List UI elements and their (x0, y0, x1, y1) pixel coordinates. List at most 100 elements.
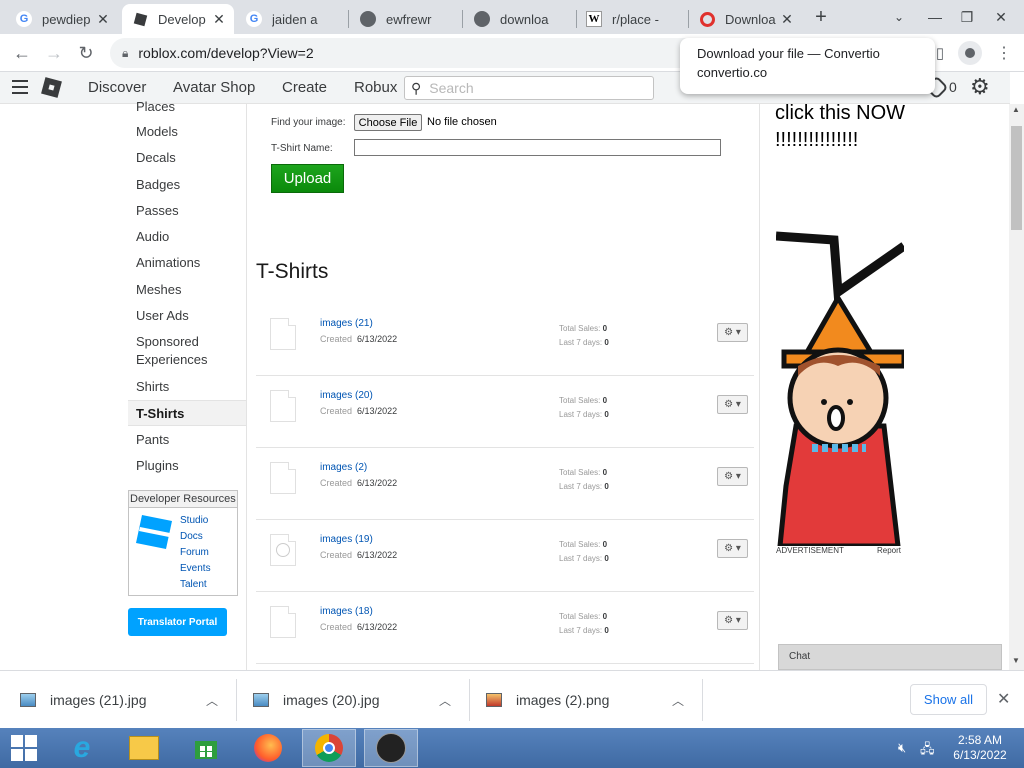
nav-discover[interactable]: Discover (88, 79, 146, 96)
item-settings-gear-icon[interactable]: ⚙ ▾ (717, 395, 748, 414)
profile-icon[interactable] (958, 41, 982, 65)
sidebar-item-t-shirts[interactable]: T-Shirts (128, 400, 246, 426)
sidebar-item-audio[interactable]: Audio (128, 228, 246, 246)
item-settings-gear-icon[interactable]: ⚙ ▾ (717, 467, 748, 486)
item-thumbnail[interactable] (270, 606, 296, 638)
internet-explorer-icon[interactable]: e (58, 729, 106, 767)
nav-robux[interactable]: Robux (354, 79, 397, 96)
dev-link-studio[interactable]: Studio (180, 515, 208, 526)
main-content: Find your image: Choose File No file cho… (246, 104, 760, 670)
item-created: Created 6/13/2022 (320, 406, 398, 416)
sidebar-item-meshes[interactable]: Meshes (128, 281, 246, 299)
item-settings-gear-icon[interactable]: ⚙ ▾ (717, 539, 748, 558)
close-window-icon[interactable]: ✕ (978, 0, 1024, 34)
tab-jaiden[interactable]: G jaiden a (236, 4, 348, 34)
dev-link-talent[interactable]: Talent (180, 579, 207, 590)
file-explorer-icon[interactable] (120, 729, 168, 767)
page-scrollbar[interactable]: ▲ ▼ (1009, 104, 1024, 670)
item-sales: Total Sales: 0 Last 7 days: 0 (559, 396, 609, 419)
close-shelf-icon[interactable]: ✕ (997, 689, 1010, 709)
ad-report-link[interactable]: Report (877, 546, 901, 555)
tab-download[interactable]: downloa (464, 4, 576, 34)
tshirt-name-input[interactable] (354, 139, 721, 156)
tab-convertio[interactable]: Downloa ✕ (690, 4, 802, 34)
show-all-button[interactable]: Show all (910, 684, 987, 715)
sidebar-item-badges[interactable]: Badges (128, 176, 246, 194)
sidebar-item-pants[interactable]: Pants (128, 431, 246, 449)
download-notification[interactable]: Download your file — Convertio convertio… (680, 38, 935, 94)
tab-ewfrewr[interactable]: ewfrewr (350, 4, 462, 34)
sidebar-item-plugins[interactable]: Plugins (128, 457, 246, 475)
new-tab-icon[interactable]: + (798, 0, 844, 34)
taskbar-clock[interactable]: 2:58 AM 6/13/2022 (944, 733, 1016, 763)
back-icon[interactable]: ← (8, 39, 36, 67)
search-icon: ⚲ (411, 79, 422, 96)
tab-rplace[interactable]: W r/place - (576, 4, 688, 34)
table-row: images (19) Created 6/13/2022 Total Sale… (256, 520, 754, 592)
sidebar-item-decals[interactable]: Decals (128, 149, 246, 167)
tab-close-icon[interactable]: ✕ (210, 11, 228, 28)
item-thumbnail[interactable] (270, 318, 296, 350)
item-thumbnail[interactable] (270, 534, 296, 566)
sidebar-item-models[interactable]: Models (128, 123, 246, 141)
item-thumbnail[interactable] (270, 462, 296, 494)
tab-close-icon[interactable]: ✕ (778, 11, 796, 28)
download-item[interactable]: images (20).jpg ︿ (253, 671, 468, 729)
tab-close-icon[interactable]: ✕ (94, 11, 112, 28)
image-file-icon (20, 693, 36, 707)
sidebar-item-places[interactable]: Places (128, 98, 246, 116)
sidebar-item-sponsored-experiences[interactable]: Sponsored Experiences (128, 333, 218, 369)
download-item[interactable]: images (2).png ︿ (486, 671, 701, 729)
network-icon[interactable]: 🖧︎ (920, 740, 935, 762)
download-filename: images (2).png (516, 692, 610, 708)
forward-icon[interactable]: → (40, 39, 68, 67)
item-thumbnail[interactable] (270, 390, 296, 422)
item-sales: Total Sales: 0 Last 7 days: 0 (559, 612, 609, 635)
ad-text[interactable]: click this NOW !!!!!!!!!!!!!!! (775, 100, 905, 154)
upload-button[interactable]: Upload (271, 164, 344, 193)
volume-muted-icon[interactable]: 🔇︎ (898, 740, 906, 756)
scroll-down-icon[interactable]: ▼ (1012, 656, 1020, 665)
sidebar-item-passes[interactable]: Passes (128, 202, 246, 220)
dev-link-events[interactable]: Events (180, 563, 211, 574)
scroll-up-icon[interactable]: ▲ (1012, 105, 1020, 114)
chevron-up-icon[interactable]: ︿ (439, 692, 451, 709)
store-icon[interactable] (182, 729, 230, 767)
choose-file-button[interactable]: Choose File (354, 114, 422, 131)
tab-pewdiep[interactable]: G pewdiep ✕ (6, 4, 118, 34)
sidebar-item-user-ads[interactable]: User Ads (128, 307, 246, 325)
hamburger-icon[interactable] (12, 80, 28, 94)
menu-dots-icon[interactable]: ⋮ (990, 39, 1018, 67)
ad-witch-drawing[interactable] (776, 226, 904, 546)
item-settings-gear-icon[interactable]: ⚙ ▾ (717, 323, 748, 342)
chevron-up-icon[interactable]: ︿ (672, 692, 684, 709)
item-name-link[interactable]: images (2) (320, 462, 367, 473)
sidebar-item-animations[interactable]: Animations (128, 254, 246, 272)
settings-gear-icon[interactable]: ⚙ (970, 74, 990, 100)
dev-link-forum[interactable]: Forum (180, 547, 209, 558)
item-name-link[interactable]: images (18) (320, 606, 373, 617)
search-input[interactable]: ⚲ Search (404, 76, 654, 100)
item-name-link[interactable]: images (19) (320, 534, 373, 545)
dev-link-docs[interactable]: Docs (180, 531, 203, 542)
sidebar-item-shirts[interactable]: Shirts (128, 378, 246, 396)
translator-portal-button[interactable]: Translator Portal (128, 608, 227, 636)
tab-develop[interactable]: Develop ✕ (122, 4, 234, 34)
item-created: Created 6/13/2022 (320, 550, 398, 560)
item-settings-gear-icon[interactable]: ⚙ ▾ (717, 611, 748, 630)
chrome-icon[interactable] (302, 729, 356, 767)
nav-create[interactable]: Create (282, 79, 327, 96)
app-icon[interactable] (364, 729, 418, 767)
scrollbar-thumb[interactable] (1011, 126, 1022, 230)
item-name-link[interactable]: images (21) (320, 318, 373, 329)
item-name-link[interactable]: images (20) (320, 390, 373, 401)
windows-start-icon[interactable] (0, 729, 48, 767)
chevron-up-icon[interactable]: ︿ (206, 692, 218, 709)
lock-icon: 🔒︎ (122, 45, 129, 60)
chat-bar[interactable]: Chat (778, 644, 1002, 670)
nav-avatar-shop[interactable]: Avatar Shop (173, 79, 255, 96)
firefox-icon[interactable] (244, 729, 292, 767)
download-item[interactable]: images (21).jpg ︿ (20, 671, 235, 729)
reload-icon[interactable]: ↻ (72, 39, 100, 67)
roblox-logo-icon[interactable] (41, 77, 62, 98)
